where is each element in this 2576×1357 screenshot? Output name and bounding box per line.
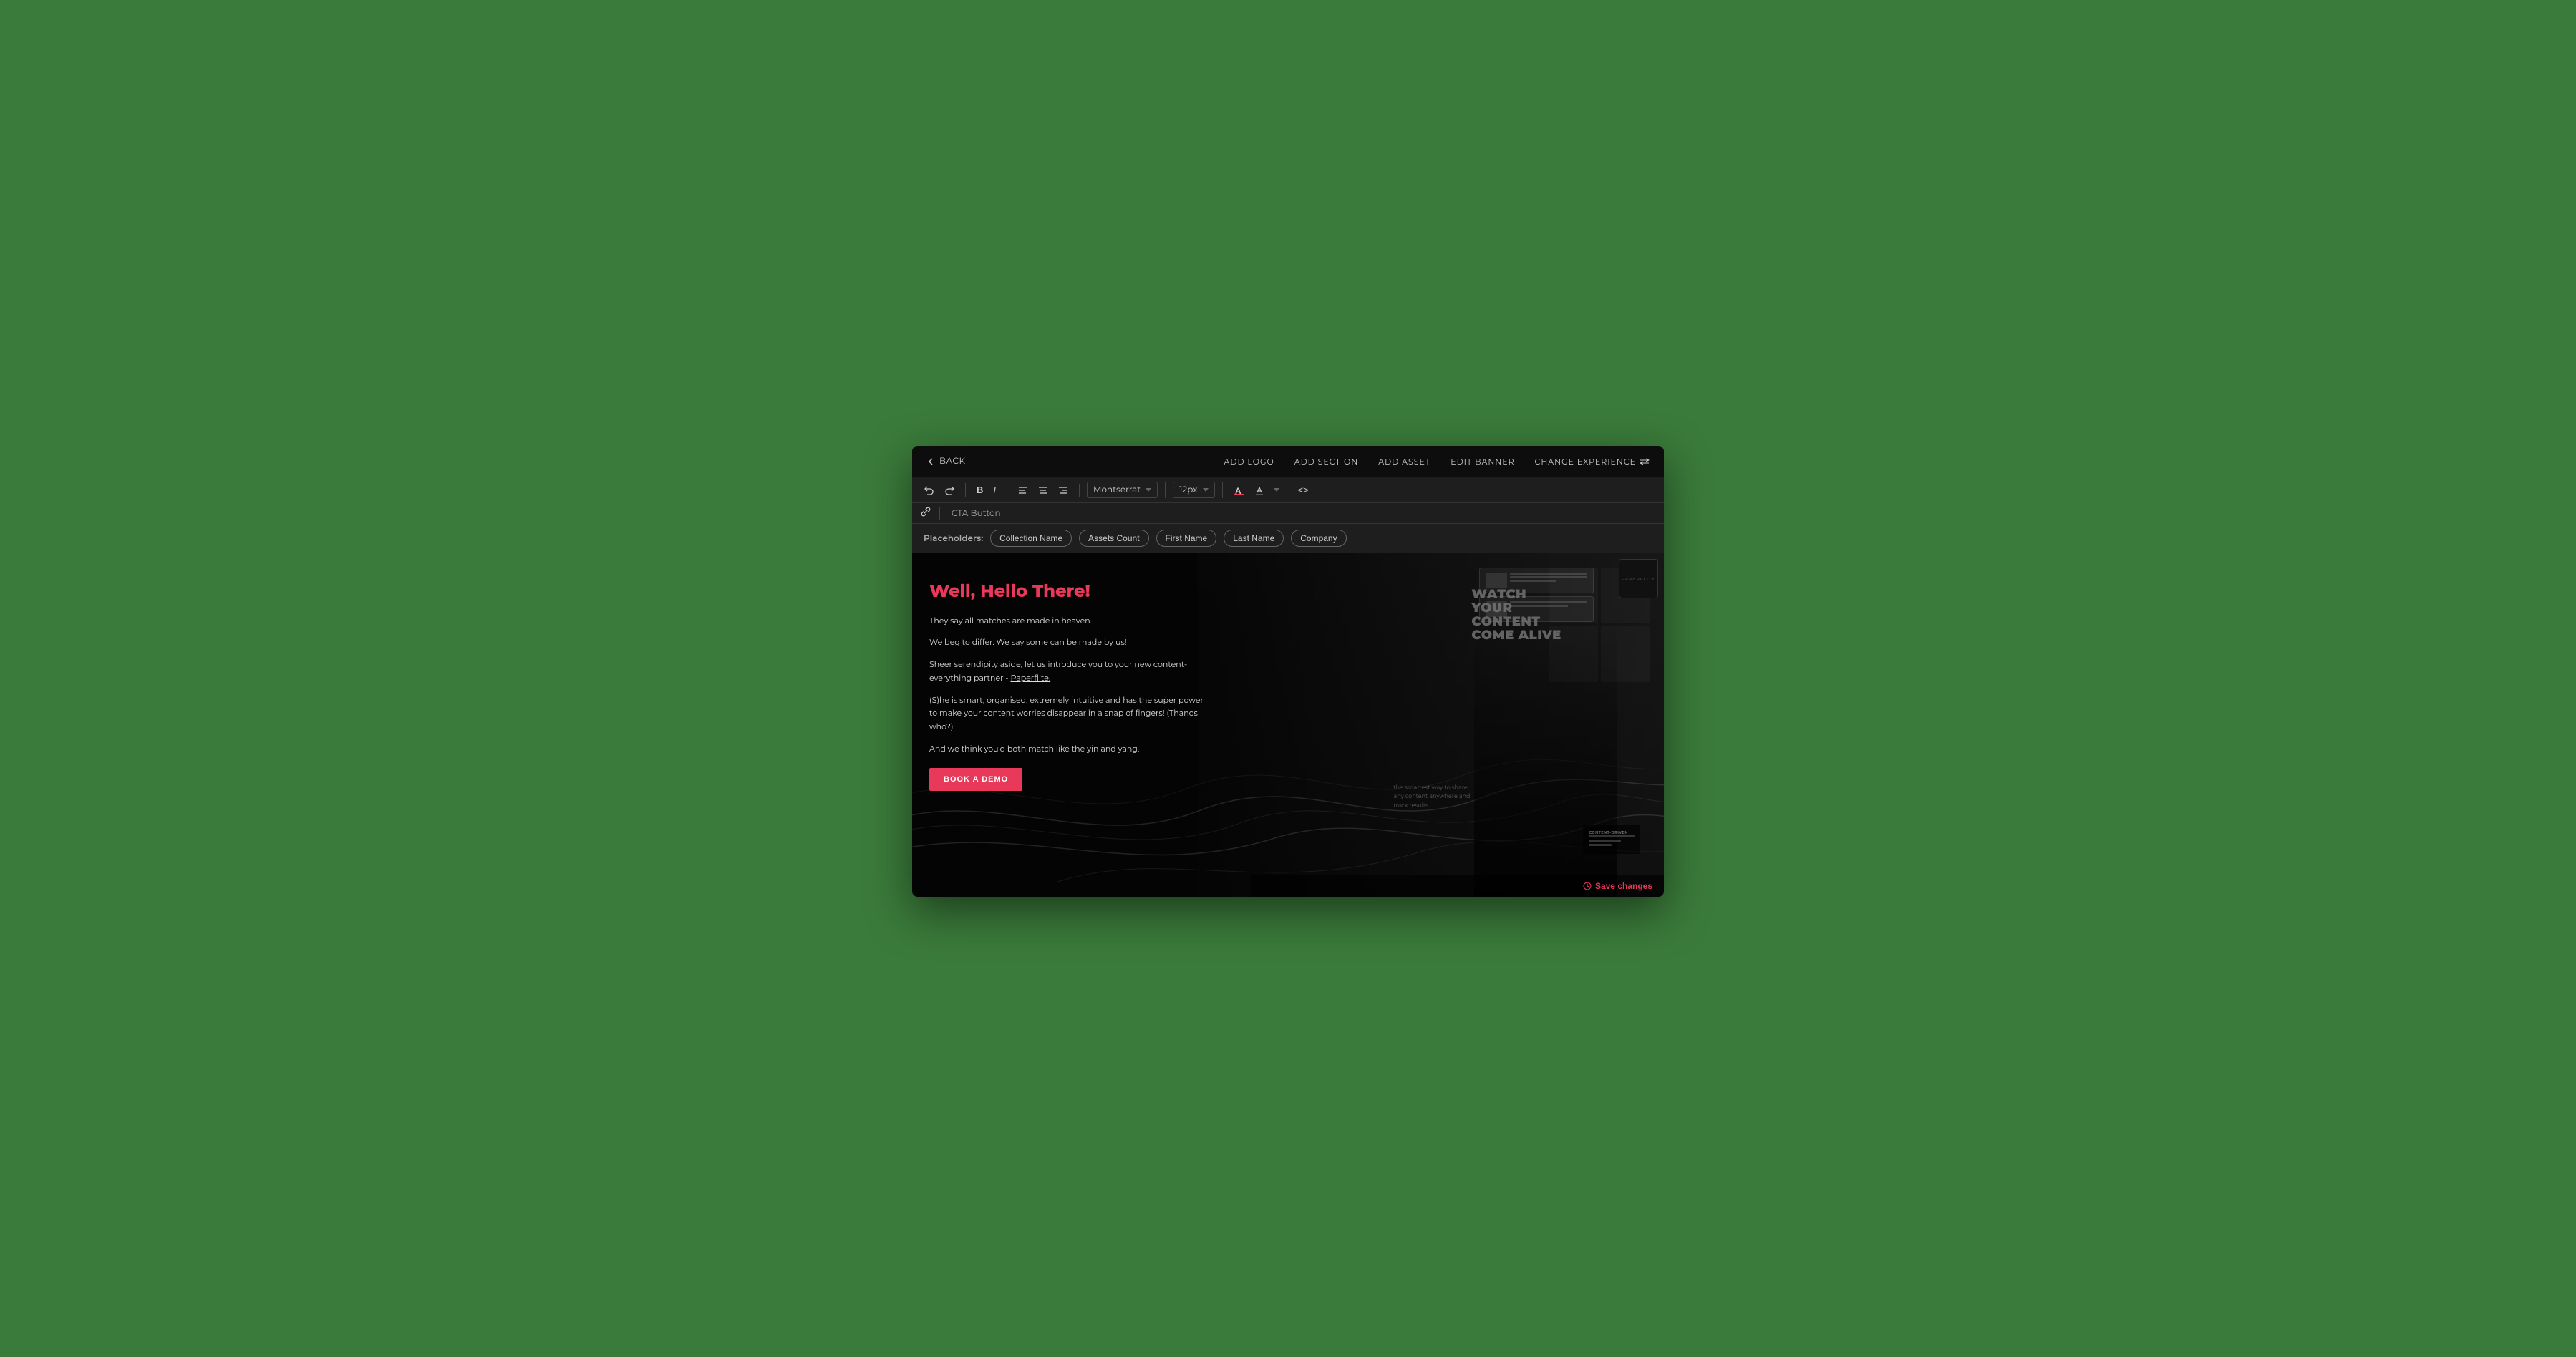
align-center-button[interactable] <box>1035 484 1052 497</box>
align-group <box>1015 484 1080 497</box>
share-text-1: the smartest way to share <box>1393 784 1470 793</box>
share-text-block: the smartest way to share any content an… <box>1393 784 1470 811</box>
text-color-button[interactable]: A <box>1230 483 1247 497</box>
nav-actions: ADD LOGO ADD SECTION ADD ASSET EDIT BANN… <box>1224 457 1650 467</box>
font-dropdown-arrow <box>1146 488 1151 492</box>
editor-container: BACK ADD LOGO ADD SECTION ADD ASSET EDIT… <box>912 446 1664 897</box>
add-asset-btn[interactable]: ADD ASSET <box>1378 457 1430 467</box>
hero-body1: They say all matches are made in heaven. <box>929 614 1211 628</box>
placeholder-company[interactable]: Company <box>1291 530 1346 547</box>
color-group: A <box>1230 483 1287 497</box>
align-left-button[interactable] <box>1015 484 1032 497</box>
size-dropdown-arrow <box>1203 488 1209 492</box>
text-format-group: B I <box>973 482 1007 497</box>
share-text-2: any content anywhere and <box>1393 792 1470 802</box>
toolbar-row2: CTA Button <box>912 503 1664 524</box>
back-label: BACK <box>939 456 966 467</box>
align-right-icon <box>1058 486 1068 495</box>
undo-redo-group <box>921 483 966 497</box>
save-bar: Save changes <box>1251 875 1665 897</box>
bold-button[interactable]: B <box>973 482 987 497</box>
bottom-content-box: CONTENT-DRIVEN <box>1583 825 1640 854</box>
save-changes-label: Save changes <box>1595 881 1652 891</box>
watch-block: WATCH YOUR CONTENT COME ALIVE <box>1471 588 1561 642</box>
link-icon[interactable] <box>921 507 931 520</box>
redo-icon <box>944 485 954 495</box>
placeholders-row: Placeholders: Collection Name Assets Cou… <box>912 524 1664 553</box>
paperflite-link[interactable]: Paperflite. <box>1010 673 1050 683</box>
paperflite-badge: PAPERFLITE <box>1619 559 1658 598</box>
add-section-btn[interactable]: ADD SECTION <box>1294 457 1359 467</box>
placeholders-label: Placeholders: <box>924 533 983 544</box>
color-dropdown-arrow <box>1274 488 1279 492</box>
code-group: <> <box>1294 482 1320 497</box>
save-changes-button[interactable]: Save changes <box>1583 881 1652 891</box>
font-family-select[interactable]: Montserrat <box>1087 482 1158 498</box>
outer-wrapper: BACK ADD LOGO ADD SECTION ADD ASSET EDIT… <box>0 0 2576 1357</box>
code-button[interactable]: <> <box>1294 482 1312 497</box>
undo-button[interactable] <box>921 483 938 497</box>
align-left-icon <box>1018 486 1028 495</box>
placeholder-first-name[interactable]: First Name <box>1156 530 1217 547</box>
content-area: PAPERFLITE <box>912 553 1664 897</box>
link-svg-icon <box>921 507 931 517</box>
silhouette <box>1474 622 1617 897</box>
hero-content-card: Well, Hello There! They say all matches … <box>912 553 1228 812</box>
cta-label: CTA Button <box>952 508 1001 519</box>
align-right-button[interactable] <box>1055 484 1072 497</box>
italic-button[interactable]: I <box>989 482 999 497</box>
change-experience-btn[interactable]: CHANGE EXPERIENCE <box>1535 457 1650 467</box>
undo-icon <box>924 485 934 495</box>
book-demo-button[interactable]: BOOK A DEMO <box>929 768 1022 791</box>
hero-body2: We beg to differ. We say some can be mad… <box>929 636 1211 649</box>
toolbar-row1: B I <box>912 477 1664 503</box>
redo-button[interactable] <box>941 483 958 497</box>
change-exp-icon <box>1640 458 1650 465</box>
hero-body3: Sheer serendipity aside, let us introduc… <box>929 658 1211 684</box>
watch-line4: COME ALIVE <box>1471 628 1561 642</box>
watch-line2: YOUR <box>1471 601 1561 615</box>
back-button[interactable]: BACK <box>926 456 966 467</box>
back-arrow-icon <box>926 457 935 466</box>
placeholder-collection-name[interactable]: Collection Name <box>990 530 1072 547</box>
placeholder-last-name[interactable]: Last Name <box>1224 530 1284 547</box>
share-text-3: track results <box>1393 802 1470 811</box>
font-size-select[interactable]: 12px <box>1173 482 1215 498</box>
top-nav: BACK ADD LOGO ADD SECTION ADD ASSET EDIT… <box>912 446 1664 477</box>
edit-banner-btn[interactable]: EDIT BANNER <box>1451 457 1514 467</box>
hero-title: Well, Hello There! <box>929 582 1211 603</box>
watch-line3: CONTENT <box>1471 615 1561 628</box>
font-select-group: Montserrat <box>1087 482 1166 498</box>
toolbar-divider <box>939 507 940 520</box>
highlight-button[interactable] <box>1250 483 1269 497</box>
hero-body4: (S)he is smart, organised, extremely int… <box>929 694 1211 734</box>
add-logo-btn[interactable]: ADD LOGO <box>1224 457 1274 467</box>
placeholder-assets-count[interactable]: Assets Count <box>1079 530 1148 547</box>
highlight-icon <box>1254 485 1265 495</box>
text-color-icon: A <box>1234 485 1244 495</box>
hero-body5: And we think you'd both match like the y… <box>929 742 1211 756</box>
save-icon <box>1583 882 1592 890</box>
align-center-icon <box>1038 486 1048 495</box>
font-size-group: 12px <box>1173 482 1223 498</box>
